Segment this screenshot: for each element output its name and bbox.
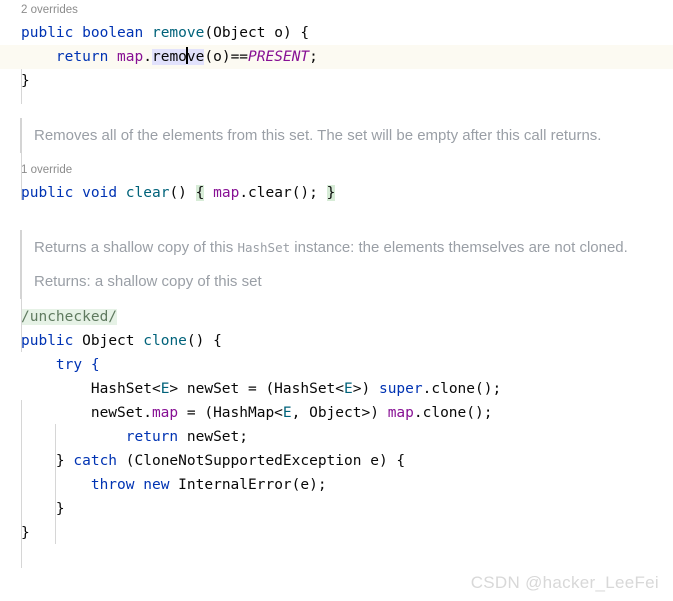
close-brace: }: [21, 73, 30, 89]
watermark-text: CSDN @hacker_LeeFei: [470, 573, 659, 592]
close-brace: }: [21, 525, 30, 541]
open-brace: {: [291, 25, 310, 41]
field-map: map: [213, 185, 240, 201]
code-editor-pane[interactable]: 2 overrides public boolean remove(Object…: [0, 0, 673, 601]
semicolon: ;: [309, 49, 318, 65]
method-name-clone: clone: [143, 333, 187, 349]
javadoc-block-clone: Returns a shallow copy of this HashSet i…: [0, 226, 673, 303]
code-line-newset-assign[interactable]: HashSet<E> newSet = (HashSet<E>) super.c…: [0, 377, 673, 401]
param-name-o: o: [265, 25, 283, 41]
cast-hashmap: = (HashMap<: [178, 405, 283, 421]
close-brace: }: [55, 501, 65, 517]
code-line-remove-body-current[interactable]: return map.remove(o)==PRESENT;: [0, 45, 673, 69]
field-map: map: [387, 405, 414, 421]
code-line-throw[interactable]: throw new InternalError(e);: [0, 473, 673, 497]
keyword-public: public: [21, 185, 74, 201]
javadoc-paragraph-returns: Returns: a shallow copy of this set: [34, 273, 262, 290]
return-value-newset: newSet;: [178, 429, 248, 445]
code-line-clone-close[interactable]: }: [0, 521, 673, 545]
keyword-void: void: [82, 185, 118, 201]
code-line-clear-signature[interactable]: public void clear() { map.clear(); }: [0, 181, 673, 205]
javadoc-paragraph-1: Returns a shallow copy of this HashSet i…: [34, 235, 649, 260]
code-line-clone-annotation[interactable]: /unchecked/: [0, 305, 673, 329]
cast-rest: , Object>): [291, 405, 388, 421]
open-paren: (: [204, 25, 214, 41]
return-type-object: Object: [82, 333, 135, 349]
javadoc-block-clear: Removes all of the elements from this se…: [0, 114, 673, 157]
parens: (): [186, 333, 205, 349]
keyword-return: return: [55, 49, 109, 65]
inlay-hint-clear-overrides[interactable]: 1 override: [0, 160, 673, 181]
field-map: map: [151, 405, 179, 421]
close-paren: ): [282, 25, 292, 41]
generic-param-e: E: [282, 405, 292, 421]
matched-close-brace: }: [326, 185, 336, 201]
catch-clause: (CloneNotSupportedException e) {: [117, 453, 406, 469]
keyword-throw: throw: [90, 477, 135, 493]
code-line-clone-signature[interactable]: public Object clone() {: [0, 329, 673, 353]
call-clear: .clear();: [239, 185, 318, 201]
keyword-boolean: boolean: [82, 25, 144, 41]
keyword-super: super: [378, 381, 423, 397]
open-brace: {: [204, 333, 222, 349]
operator-equals: ==: [230, 49, 249, 65]
keyword-public: public: [21, 25, 74, 41]
declaration-newset: > newSet = (HashSet<: [169, 381, 345, 397]
keyword-try: try {: [55, 357, 100, 373]
field-map: map: [117, 49, 144, 65]
code-line-remove-close[interactable]: }: [0, 69, 673, 93]
constant-present: PRESENT: [248, 49, 310, 65]
inlay-hint-remove-overrides[interactable]: 2 overrides: [0, 0, 673, 21]
exception-internalerror: InternalError(e);: [169, 477, 327, 493]
method-name-clear: clear: [125, 185, 170, 201]
dot: .: [143, 49, 152, 65]
code-line-try[interactable]: try {: [0, 353, 673, 377]
parens: (): [169, 185, 187, 201]
keyword-return: return: [125, 429, 179, 445]
code-line-return-newset[interactable]: return newSet;: [0, 425, 673, 449]
call-clone: .clone();: [422, 381, 502, 397]
call-remove-before-caret: remo: [151, 49, 187, 65]
code-line-catch-close[interactable]: }: [0, 497, 673, 521]
keyword-public: public: [21, 333, 74, 349]
call-args: (o): [204, 49, 231, 65]
call-clone: .clone();: [413, 405, 493, 421]
code-line-newset-map-assign[interactable]: newSet.map = (HashMap<E, Object>) map.cl…: [0, 401, 673, 425]
close-brace: }: [55, 453, 74, 469]
code-line-catch[interactable]: } catch (CloneNotSupportedException e) {: [0, 449, 673, 473]
javadoc-text-post: instance: the elements themselves are no…: [290, 239, 628, 256]
keyword-new: new: [143, 477, 170, 493]
javadoc-paragraph: Removes all of the elements from this se…: [34, 127, 602, 144]
type-hashset: HashSet<: [90, 381, 161, 397]
call-remove-after-caret: ve: [186, 49, 205, 65]
method-name-remove: remove: [151, 25, 205, 41]
javadoc-text-pre: Returns a shallow copy of this: [34, 239, 238, 256]
identifier-highlight-remove: remove: [151, 47, 205, 65]
keyword-catch: catch: [73, 453, 118, 469]
cast-close: >): [352, 381, 379, 397]
receiver-newset: newSet.: [90, 405, 152, 421]
annotation-unchecked: /unchecked/: [21, 309, 118, 325]
generic-param-e: E: [344, 381, 353, 397]
code-line-remove-signature[interactable]: public boolean remove(Object o) {: [0, 21, 673, 45]
param-type-object: Object: [213, 25, 266, 41]
javadoc-inline-code-hashset: HashSet: [237, 240, 291, 255]
